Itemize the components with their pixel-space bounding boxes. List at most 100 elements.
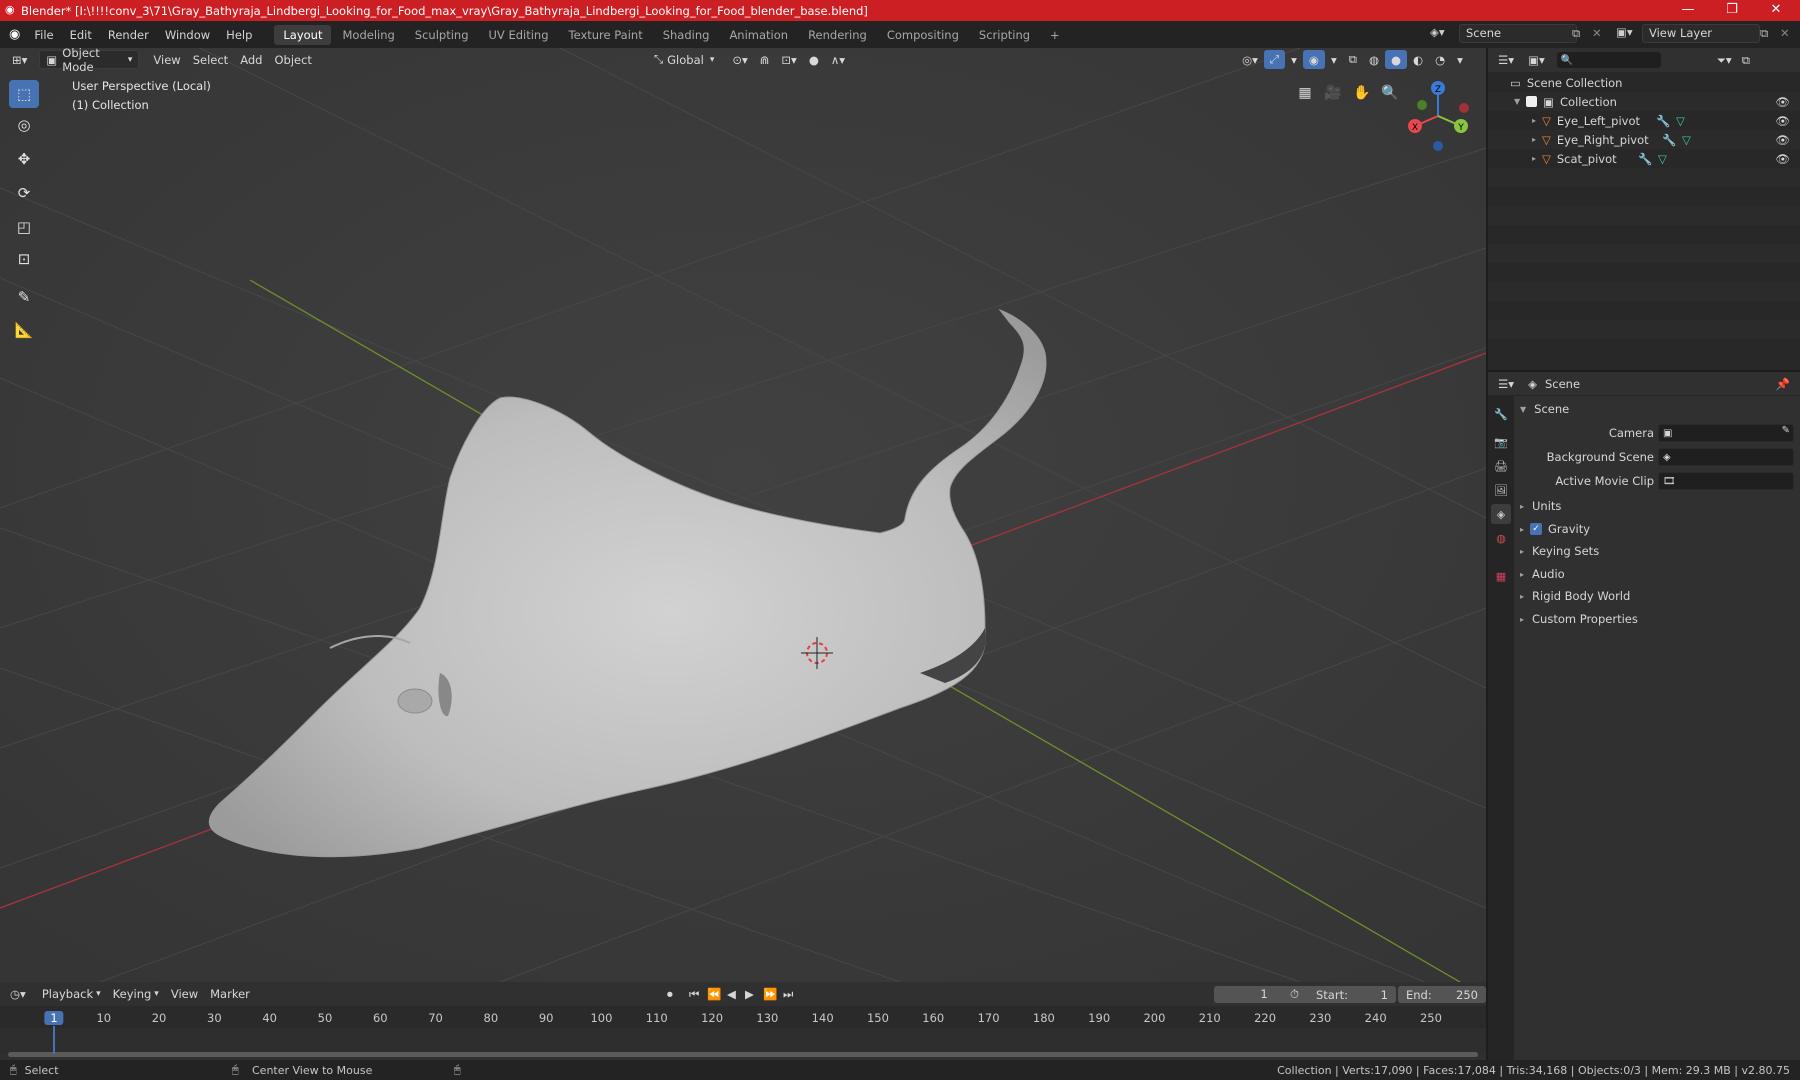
tab-scripting[interactable]: Scripting [970,25,1039,45]
next-keyframe-button[interactable]: ⏩ [763,987,777,1001]
timeline-track-area[interactable] [0,1028,1486,1054]
orientation-selector[interactable]: ⤡ Global ▾ [648,50,720,69]
playhead-line[interactable] [53,1026,55,1054]
outliner-row-object[interactable]: ▸ ▽ Eye_Right_pivot 🔧 ▽ 👁 [1488,130,1800,149]
annotate-tool[interactable]: ✎ [9,283,39,311]
timeline-editor-icon[interactable]: ◷▾ [10,987,26,1001]
mode-selector[interactable]: ▣ Object Mode ▾ [39,48,140,74]
menu-keying[interactable]: Keying ▾ [107,985,165,1004]
texture-tab-icon[interactable]: ▦ [1491,566,1511,586]
audio-section[interactable]: ▸ Audio [1518,564,1798,584]
scale-tool[interactable]: ◰ [9,213,39,241]
grid-view-icon[interactable]: ▦ [1292,80,1318,106]
add-workspace-button[interactable]: + [1041,25,1069,45]
snap-target-icon[interactable]: ⊡▾ [775,50,802,69]
eye-icon[interactable]: 👁 [1775,114,1790,128]
units-section[interactable]: ▸ Units [1518,496,1798,516]
world-tab-icon[interactable]: ◍ [1491,528,1511,548]
material-shading-icon[interactable]: ◐ [1407,50,1429,69]
menu-edit[interactable]: Edit [62,28,100,42]
background-scene-field[interactable]: ◈ [1658,448,1794,466]
axis-gizmo[interactable]: Z X Y [1398,76,1478,156]
expand-icon[interactable]: ▸ [1520,615,1524,624]
menu-view[interactable]: View [147,50,186,69]
jump-start-button[interactable]: ⏮ [689,987,699,1002]
cursor-tool[interactable]: ◎ [9,111,39,139]
camera-field[interactable]: ▣ ✎ [1658,424,1794,442]
tab-shading[interactable]: Shading [654,25,719,45]
collection-checkbox[interactable] [1526,96,1538,107]
menu-render[interactable]: Render [100,28,157,42]
mesh-data-icon[interactable]: ▽ [1682,133,1691,147]
play-button[interactable]: ▶ [745,987,754,1001]
tab-sculpting[interactable]: Sculpting [406,25,478,45]
maximize-button[interactable]: ❐ [1710,0,1754,21]
menu-window[interactable]: Window [157,28,218,42]
prev-keyframe-button[interactable]: ⏪ [707,987,721,1001]
view-layer-icon[interactable]: ▣▾ [1616,25,1633,39]
expand-icon[interactable]: ▸ [1532,135,1536,144]
wireframe-shading-icon[interactable]: ◍ [1363,50,1385,69]
search-field[interactable]: 🔍 [1556,52,1661,68]
filter-icon[interactable]: ⏷▾ [1717,53,1732,68]
modifier-icon[interactable]: 🔧 [1638,152,1652,166]
eye-icon[interactable]: 👁 [1775,95,1790,109]
menu-add[interactable]: Add [234,50,268,69]
timer-icon[interactable]: ⏱ [1290,987,1299,1002]
modifier-icon[interactable]: 🔧 [1662,133,1676,147]
outliner-row-scene-collection[interactable]: ▭ Scene Collection [1488,73,1800,92]
menu-timeline-view[interactable]: View [165,985,204,1004]
expand-icon[interactable]: ▸ [1520,592,1524,601]
eyedropper-icon[interactable]: ✎ [1782,425,1790,436]
custom-properties-section[interactable]: ▸ Custom Properties [1518,609,1798,629]
3d-viewport[interactable]: ⊞▾ ▣ Object Mode ▾ View Select Add Objec… [0,48,1486,982]
falloff-icon[interactable]: ∧▾ [825,50,851,69]
menu-help[interactable]: Help [218,28,260,42]
mesh-data-icon[interactable]: ▽ [1676,114,1685,128]
minimize-button[interactable]: — [1666,0,1710,21]
measure-tool[interactable]: 📐 [9,316,39,344]
modifier-icon[interactable]: 🔧 [1656,114,1670,128]
rotate-tool[interactable]: ⟳ [9,179,39,207]
expand-icon[interactable]: ▸ [1520,547,1524,556]
outliner-row-object[interactable]: ▸ ▽ Scat_pivot 🔧 ▽ 👁 [1488,149,1800,168]
menu-select[interactable]: Select [187,50,234,69]
shading-menu-icon[interactable]: ▾ [1451,50,1469,69]
tab-compositing[interactable]: Compositing [878,25,968,45]
current-frame-field[interactable]: 1 [1214,986,1314,1003]
play-reverse-button[interactable]: ◀ [727,987,736,1001]
eye-icon[interactable]: 👁 [1775,133,1790,147]
output-tab-icon[interactable]: 🖨 [1491,456,1511,476]
end-frame-field[interactable]: End: 250 [1398,986,1486,1003]
jump-end-button[interactable]: ⏭ [783,987,793,1002]
menu-object[interactable]: Object [268,50,317,69]
close-button[interactable]: ✕ [1754,0,1798,21]
scene-selector[interactable]: Scene [1459,24,1577,43]
scene-tab-icon[interactable]: ◈ [1491,504,1511,524]
tab-rendering[interactable]: Rendering [799,25,876,45]
new-scene-icon[interactable]: ⧉ [1572,26,1580,41]
tab-animation[interactable]: Animation [720,25,797,45]
tab-texture-paint[interactable]: Texture Paint [560,25,652,45]
gizmo-toggle-icon[interactable]: ⤢ [1263,50,1286,69]
eye-icon[interactable]: 👁 [1775,152,1790,166]
proportional-edit-icon[interactable]: ● [803,50,825,69]
expand-icon[interactable]: ▸ [1520,525,1524,534]
view-layer-selector[interactable]: View Layer [1642,24,1760,43]
expand-icon[interactable]: ▸ [1532,154,1536,163]
render-tab-icon[interactable]: 📷 [1491,432,1511,452]
start-frame-field[interactable]: Start: 1 [1308,986,1396,1003]
blender-menu-icon[interactable]: ◉ [9,27,20,42]
gravity-section[interactable]: ▸ ✓ Gravity [1518,519,1798,539]
xray-icon[interactable]: ⧉ [1343,50,1363,69]
overlay-menu-icon[interactable]: ▾ [1325,50,1343,69]
new-view-layer-icon[interactable]: ⧉ [1760,26,1768,41]
pivot-point-icon[interactable]: ⊙▾ [726,50,753,69]
collapse-icon[interactable]: ▼ [1520,405,1526,414]
tool-tab-icon[interactable]: 🔧 [1491,404,1511,424]
viewport-scene[interactable] [0,48,1486,982]
remove-scene-icon[interactable]: ✕ [1592,26,1602,40]
new-collection-icon[interactable]: ⧉ [1742,53,1750,68]
record-button[interactable]: ⏺ [667,987,673,1002]
move-tool[interactable]: ✥ [9,145,39,173]
